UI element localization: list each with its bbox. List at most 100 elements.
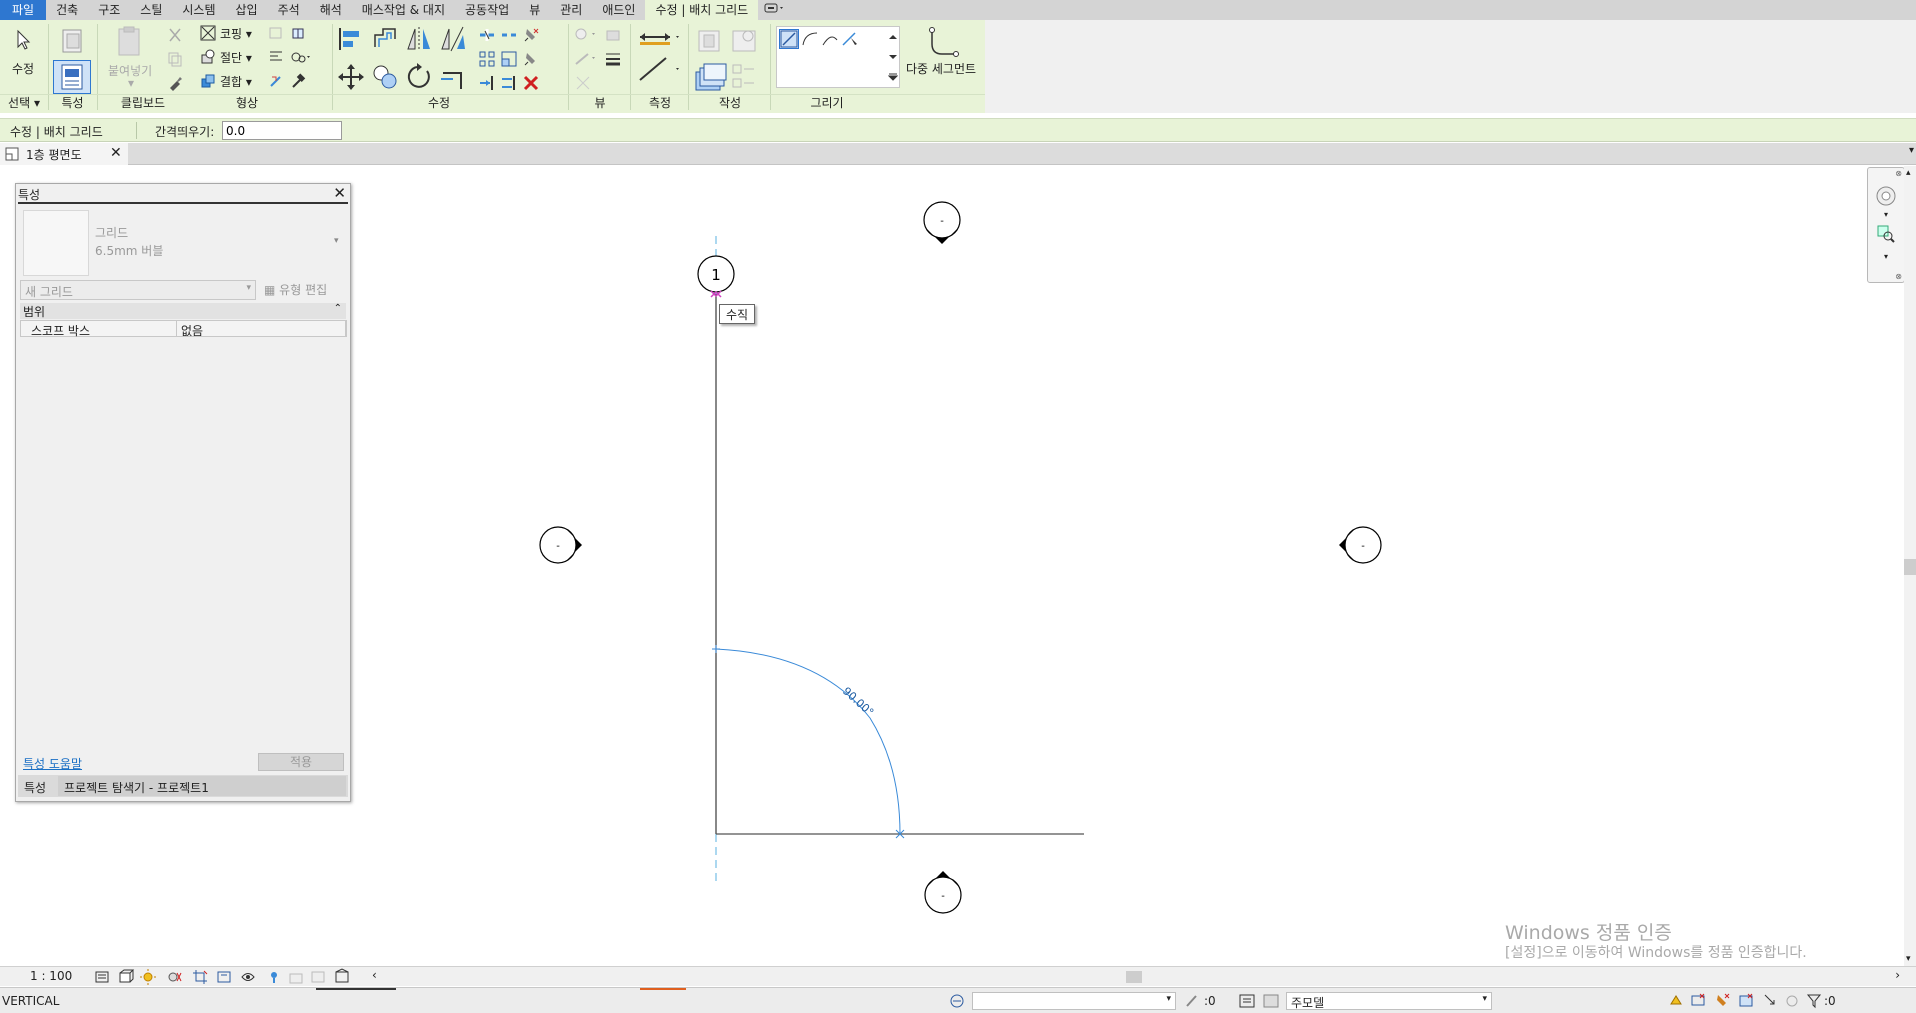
view-scale[interactable]: 1 : 100 [30,969,72,983]
aligned-dimension-icon[interactable] [636,57,682,81]
elevation-marker-east[interactable]: - [1339,526,1382,564]
cut-geometry-icon[interactable] [200,49,216,65]
editing-requests-icon[interactable] [1184,992,1202,1010]
type-selector-dropdown-icon[interactable]: ▾ [334,236,339,246]
create-group-icon[interactable] [694,60,728,94]
cut-clipboard-button[interactable] [166,26,184,44]
offset-input[interactable] [222,121,342,140]
join-geometry-button[interactable]: 결합 ▾ [220,73,252,90]
cope-button[interactable]: 코핑 ▾ [220,25,252,42]
linework-icon[interactable] [574,50,600,68]
zoom-region-icon[interactable] [1876,224,1896,244]
property-value[interactable]: 없음 [181,322,203,339]
tab-properties[interactable]: 특성 [24,779,46,796]
wheel-dropdown-icon[interactable]: ▾ [1884,210,1888,219]
apply-button[interactable]: 적용 [258,753,344,771]
align-icon[interactable] [336,24,366,54]
join-geometry-icon[interactable] [200,73,216,89]
move-icon[interactable] [336,62,366,92]
menu-systems[interactable]: 시스템 [172,0,225,20]
split-face-icon[interactable] [290,25,306,41]
workset-dropdown[interactable]: ▾ [972,992,1176,1010]
draw-line-icon[interactable] [779,29,799,49]
hscroll-thumb[interactable] [1126,971,1142,983]
draw-arc-center-icon[interactable] [821,30,839,48]
split-element-icon[interactable] [478,26,496,44]
line-weight-icon[interactable] [604,50,622,68]
menu-steel[interactable]: 스틸 [130,0,172,20]
menu-architecture[interactable]: 건축 [46,0,88,20]
multi-segment-icon[interactable] [924,26,960,60]
menu-modify-place-grid[interactable]: 수정 | 배치 그리드 [645,0,759,20]
hammer-icon[interactable] [290,73,306,89]
property-row-scope-box[interactable]: 스코프 박스 없음 [20,320,346,339]
menu-manage[interactable]: 관리 [550,0,592,20]
pick-lines-icon[interactable] [841,30,861,48]
scroll-right-icon[interactable]: › [1895,968,1900,982]
menu-analyze[interactable]: 해석 [310,0,352,20]
create-assembly-icon[interactable] [696,26,726,56]
navbar-options-icon[interactable]: ⊗ [1895,272,1902,281]
paste-dropdown-icon[interactable]: ▾ [128,76,134,90]
properties-palette-button[interactable] [53,60,91,94]
zoom-dropdown-icon[interactable]: ▾ [1884,252,1888,261]
delete-icon[interactable] [522,74,540,92]
grid-bubble[interactable]: 1 [697,255,735,293]
filter-view-icon[interactable] [574,74,592,92]
cut-geometry-button[interactable]: 절단 ▾ [220,49,252,66]
close-view-tab-icon[interactable]: ✕ [110,145,122,161]
edit-type-button[interactable]: ▦ 유형 편집 [264,281,327,298]
copy-element-icon[interactable] [370,62,400,92]
menu-insert[interactable]: 삽입 [226,0,268,20]
trim-extend-multiple-icon[interactable] [500,74,518,92]
scroll-up-icon[interactable]: ▴ [1906,168,1911,178]
gallery-expand[interactable] [887,69,899,85]
view-tab-level1-plan[interactable]: 1층 평면도 ✕ [0,143,128,165]
tab-project-browser[interactable]: 프로젝트 탐색기 - 프로젝트1 [58,776,346,796]
create-parts-icon[interactable] [730,26,760,56]
split-with-gap-icon[interactable] [500,26,518,44]
properties-help-link[interactable]: 특성 도움말 [23,755,82,772]
trim-extend-corner-icon[interactable] [438,62,468,92]
paste-button[interactable] [112,24,146,60]
scroll-thumb[interactable] [1904,559,1916,575]
wall-opening-icon[interactable] [268,25,284,41]
instance-filter-select[interactable]: 새 그리드 ▾ [20,280,256,300]
override-graphics-icon[interactable] [574,26,600,44]
menu-addins[interactable]: 애드인 [592,0,645,20]
paint-dropdown-icon[interactable] [290,49,312,65]
unpin-icon[interactable] [522,26,540,44]
menu-file[interactable]: 파일 [0,0,47,20]
vertical-scrollbar[interactable]: ▴ ▾ [1904,166,1916,966]
steering-wheel-icon[interactable] [1874,184,1898,208]
mirror-draw-axis-icon[interactable] [438,24,468,54]
navbar-close-icon[interactable]: ⊗ [1895,169,1902,178]
gallery-scroll-up[interactable] [887,29,899,45]
modify-tool-button[interactable] [12,28,36,52]
similar-icon[interactable] [730,62,760,92]
group-select-label[interactable]: 선택 ▾ [0,94,48,111]
elevation-marker-south[interactable]: - [924,871,962,914]
properties-close-icon[interactable]: ✕ [333,184,346,202]
design-options-icon[interactable] [1238,992,1256,1010]
exclude-options-icon[interactable] [1262,992,1280,1010]
trim-extend-single-icon[interactable] [478,74,496,92]
properties-section-extents[interactable]: 범위 ⌃ [20,303,346,319]
menu-collaborate[interactable]: 공동작업 [455,0,519,20]
menu-view[interactable]: 뷰 [519,0,550,20]
copy-clipboard-button[interactable] [166,50,184,68]
tab-overflow-icon[interactable]: ▾ [1909,145,1914,156]
draw-arc-start-end-icon[interactable] [801,30,819,48]
rotate-icon[interactable] [404,62,434,92]
elevation-marker-north[interactable]: - [923,201,961,244]
multi-segment-button[interactable]: 다중 세그먼트 [906,60,976,77]
scroll-down-icon[interactable]: ▾ [1906,954,1911,964]
scroll-left-icon[interactable]: ‹ [372,968,377,982]
type-properties-button[interactable] [57,28,89,56]
align-text-icon[interactable] [268,49,284,65]
menu-annotate[interactable]: 주석 [268,0,310,20]
elevation-marker-west[interactable]: - [539,526,582,564]
worksets-icon[interactable] [948,992,966,1010]
pin-icon[interactable] [522,50,540,68]
cope-icon[interactable] [200,25,216,41]
